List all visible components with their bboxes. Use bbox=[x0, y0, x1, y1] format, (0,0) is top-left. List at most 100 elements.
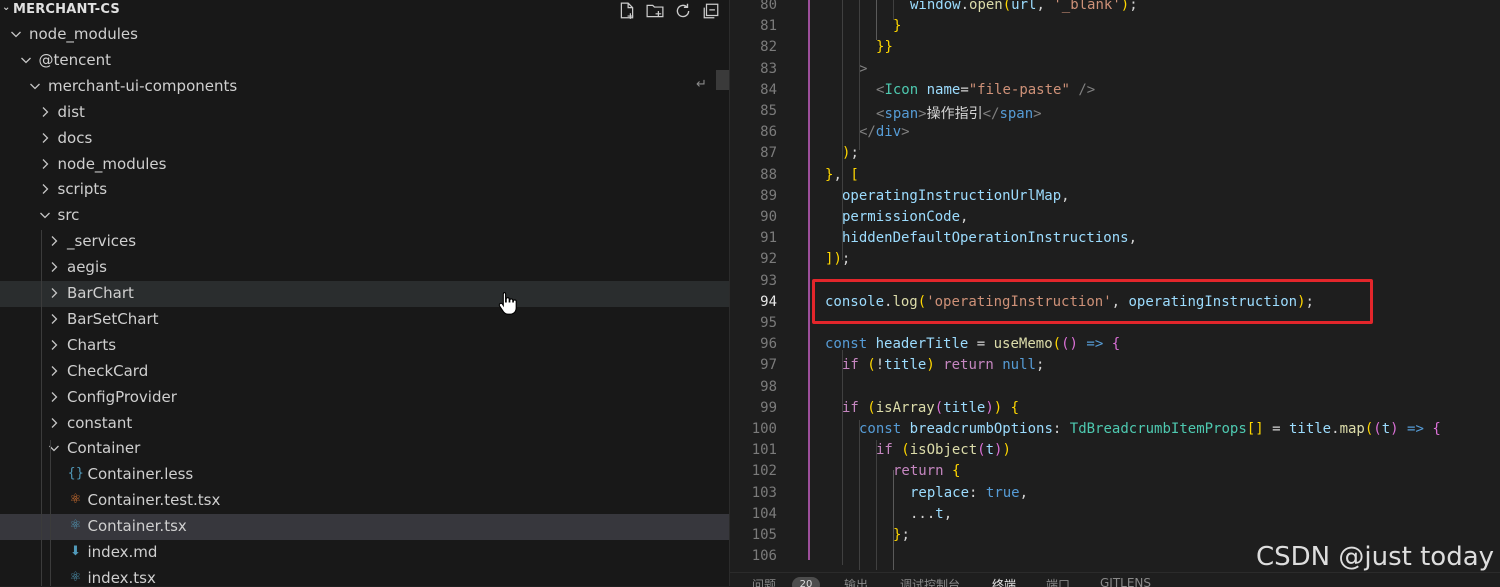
chevron-down-icon[interactable] bbox=[37, 207, 53, 223]
new-file-icon[interactable] bbox=[617, 1, 637, 21]
tree-item-label: Container.tsx bbox=[87, 517, 187, 536]
chevron-down-icon[interactable] bbox=[46, 440, 62, 456]
code-text: permissionCode, bbox=[842, 209, 969, 225]
chevron-down-icon[interactable] bbox=[27, 78, 43, 94]
chevron-right-icon[interactable] bbox=[37, 130, 53, 146]
code-line[interactable]: 102 return { bbox=[730, 461, 1500, 482]
tab-terminal[interactable]: 终端 bbox=[992, 576, 1016, 587]
tree-item-label: _services bbox=[67, 232, 137, 251]
code-line[interactable]: 88}, [ bbox=[730, 165, 1500, 186]
tree-folder-item[interactable]: constant bbox=[0, 411, 729, 437]
tree-folder-item[interactable]: node_modules bbox=[0, 22, 729, 48]
tab-ports[interactable]: 端口 bbox=[1046, 576, 1070, 587]
tree-item-label: Container bbox=[67, 439, 141, 458]
tree-file-item[interactable]: ⚛ index.tsx bbox=[0, 566, 729, 586]
tree-folder-item[interactable]: BarSetChart bbox=[0, 307, 729, 333]
chevron-right-icon[interactable] bbox=[46, 285, 62, 301]
tree-folder-item[interactable]: Charts bbox=[0, 333, 729, 359]
code-line[interactable]: 98 bbox=[730, 377, 1500, 398]
tree-item-label: src bbox=[57, 206, 80, 225]
line-number: 93 bbox=[760, 272, 777, 289]
new-folder-icon[interactable] bbox=[645, 1, 665, 21]
code-text: if (!title) return null; bbox=[842, 357, 1045, 374]
code-line[interactable]: 85 <span>操作指引</span> bbox=[730, 101, 1500, 122]
tab-problems[interactable]: 问题 bbox=[752, 576, 776, 587]
chevron-right-icon[interactable] bbox=[37, 104, 53, 120]
code-line[interactable]: 100 const breadcrumbOptions: TdBreadcrumb… bbox=[730, 419, 1500, 440]
code-line[interactable]: 96 const headerTitle = useMemo(() => { bbox=[730, 334, 1500, 355]
code-text: hiddenDefaultOperationInstructions, bbox=[842, 230, 1138, 247]
chevron-right-icon[interactable] bbox=[46, 363, 62, 379]
code-line[interactable]: 82}} bbox=[730, 37, 1500, 58]
tree-folder-item[interactable]: src bbox=[0, 203, 729, 229]
code-line[interactable]: 97 if (!title) return null; bbox=[730, 355, 1500, 376]
tree-folder-item[interactable]: @tencent bbox=[0, 48, 729, 74]
explorer-header[interactable]: ⌄ MERCHANT-CS bbox=[0, 0, 729, 22]
chevron-right-icon[interactable] bbox=[46, 311, 62, 327]
chevron-down-icon[interactable] bbox=[18, 52, 34, 68]
tree-folder-item[interactable]: node_modules bbox=[0, 152, 729, 178]
code-line[interactable]: 91 hiddenDefaultOperationInstructions, bbox=[730, 228, 1500, 249]
tree-file-item[interactable]: ⚛ Container.tsx bbox=[0, 514, 729, 541]
tree-item-label: Container.test.tsx bbox=[87, 491, 221, 510]
indent-guide bbox=[859, 420, 860, 570]
less-file-icon: {} bbox=[67, 466, 85, 482]
tree-folder-item[interactable]: ConfigProvider bbox=[0, 385, 729, 411]
code-line[interactable]: 86 </div> bbox=[730, 122, 1500, 143]
chevron-right-icon[interactable] bbox=[46, 389, 62, 405]
tree-item-label: node_modules bbox=[29, 25, 138, 43]
tab-debug-console[interactable]: 调试控制台 bbox=[900, 576, 960, 587]
code-line[interactable]: 104 ...t, bbox=[730, 504, 1500, 525]
tree-item-label: ConfigProvider bbox=[67, 387, 177, 406]
code-line[interactable]: 90 permissionCode, bbox=[730, 207, 1500, 228]
chevron-right-icon[interactable] bbox=[37, 156, 53, 172]
tree-folder-item[interactable]: CheckCard bbox=[0, 359, 729, 385]
test-file-icon: ⚛ bbox=[69, 492, 82, 508]
tree-folder-item[interactable]: dist bbox=[0, 100, 729, 126]
indent-guide bbox=[50, 440, 51, 586]
tree-folder-item[interactable]: Container bbox=[0, 436, 729, 462]
chevron-right-icon[interactable] bbox=[46, 337, 62, 353]
chevron-right-icon[interactable] bbox=[46, 233, 62, 249]
tree-item-label: BarSetChart bbox=[67, 309, 159, 328]
collapse-all-icon[interactable] bbox=[701, 1, 721, 21]
chevron-right-icon[interactable] bbox=[37, 181, 53, 197]
code-line[interactable]: 80 window.open(url, '_blank'); bbox=[730, 0, 1500, 16]
tree-folder-item[interactable]: BarChart bbox=[0, 281, 729, 307]
chevron-right-icon[interactable] bbox=[46, 415, 62, 431]
tab-gitlens[interactable]: GITLENS bbox=[1100, 576, 1151, 587]
line-number: 84 bbox=[760, 81, 777, 98]
tree-item-label: index.md bbox=[87, 543, 158, 561]
tree-file-item[interactable]: {} Container.less bbox=[0, 462, 729, 488]
code-text: } bbox=[893, 18, 902, 35]
tree-folder-item[interactable]: aegis bbox=[0, 255, 729, 281]
scrollbar-thumb[interactable] bbox=[716, 70, 729, 90]
line-number: 81 bbox=[760, 18, 777, 35]
code-line[interactable]: 92]); bbox=[730, 249, 1500, 270]
code-line[interactable]: 83 > bbox=[730, 59, 1500, 80]
tree-folder-item[interactable]: scripts bbox=[0, 177, 729, 203]
tree-folder-item[interactable]: docs bbox=[0, 126, 729, 152]
refresh-icon[interactable] bbox=[673, 1, 693, 21]
chevron-down-icon[interactable]: ⌄ bbox=[2, 2, 10, 13]
code-line[interactable]: 89 operatingInstructionUrlMap, bbox=[730, 186, 1500, 207]
indent-guide bbox=[876, 0, 877, 40]
chevron-right-icon[interactable] bbox=[46, 259, 62, 275]
code-line[interactable]: 99 if (isArray(title)) { bbox=[730, 398, 1500, 419]
line-number: 102 bbox=[751, 463, 777, 480]
tab-output[interactable]: 输出 bbox=[844, 576, 868, 587]
tree-file-item[interactable]: ⚛ Container.test.tsx bbox=[0, 488, 729, 514]
line-number: 80 bbox=[760, 0, 777, 13]
line-number: 85 bbox=[760, 103, 777, 119]
tree-folder-item[interactable]: merchant-ui-components ↵ bbox=[0, 74, 729, 100]
tree-folder-item[interactable]: _services bbox=[0, 229, 729, 255]
code-line[interactable]: 101 if (isObject(t)) bbox=[730, 440, 1500, 461]
tree-file-item[interactable]: ⬇ index.md bbox=[0, 540, 729, 566]
code-line[interactable]: 81} bbox=[730, 16, 1500, 37]
react-file-icon: ⚛ bbox=[69, 518, 82, 534]
chevron-down-icon[interactable] bbox=[8, 26, 24, 42]
code-line[interactable]: 84 <Icon name="file-paste" /> bbox=[730, 80, 1500, 101]
code-line[interactable]: 103 replace: true, bbox=[730, 483, 1500, 504]
code-line[interactable]: 87); bbox=[730, 143, 1500, 164]
tree-item-label: dist bbox=[57, 102, 85, 121]
